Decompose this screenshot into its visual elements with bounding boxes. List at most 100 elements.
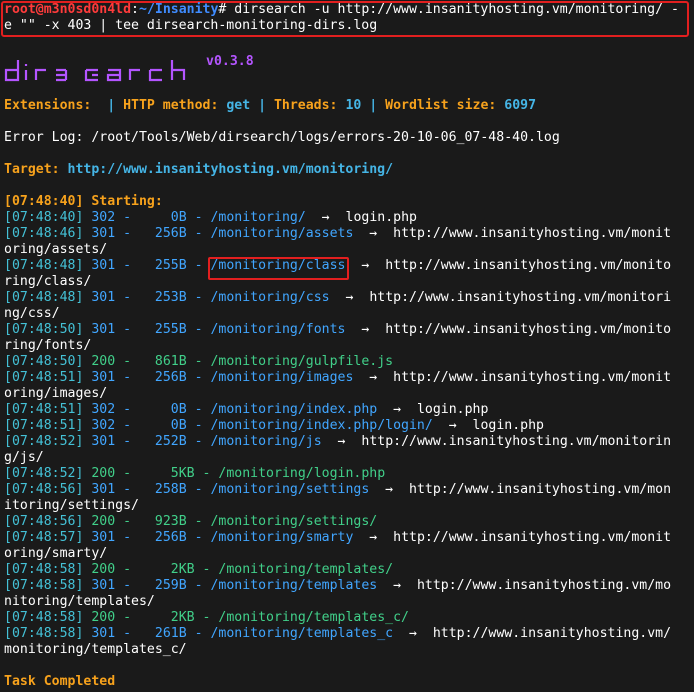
result-timestamp: [07:48:50] <box>4 354 84 369</box>
result-timestamp: [07:48:52] <box>4 466 84 481</box>
result-size: 256B <box>139 370 187 385</box>
result-path: /monitoring/index.php <box>210 402 378 417</box>
result-dash: - <box>115 434 140 449</box>
result-size: 256B <box>139 530 187 545</box>
result-dash: - <box>115 626 140 641</box>
redirect-target: http://www.insanityhosting.vm/monit <box>393 370 672 385</box>
result-line: [07:48:56] 200 - 923B - /monitoring/sett… <box>4 514 692 530</box>
result-path: /monitoring/ <box>210 210 306 225</box>
starting-line: [07:48:40] Starting: <box>4 194 163 209</box>
threads-value: 10 <box>345 98 362 113</box>
redirect-arrow-icon: → <box>448 418 457 433</box>
result-dash: - <box>115 562 140 577</box>
result-size: 253B <box>139 290 187 305</box>
wordlist-value: 6097 <box>504 98 537 113</box>
result-timestamp: [07:48:52] <box>4 434 84 449</box>
result-path: /monitoring/login.php <box>218 466 386 481</box>
task-completed: Task Completed <box>4 674 116 689</box>
redirect-target: http://www.insanityhosting.vm/ <box>432 626 672 641</box>
result-path: /monitoring/images <box>210 370 354 385</box>
result-size: 259B <box>139 578 187 593</box>
result-line-continuation: oring/assets/ <box>4 242 108 257</box>
result-size: 261B <box>139 626 187 641</box>
result-size: 0B <box>139 402 187 417</box>
result-path: /monitoring/settings <box>210 482 370 497</box>
result-timestamp: [07:48:57] <box>4 530 84 545</box>
result-size: 923B <box>139 514 187 529</box>
result-status-code: 301 <box>91 482 116 497</box>
prompt-path: ~/Insanity <box>139 2 219 17</box>
result-status-code: 301 <box>91 434 116 449</box>
redirect-target: http://www.insanityhosting.vm/monit <box>393 530 672 545</box>
threads-label: Threads: <box>273 98 346 113</box>
result-line: [07:48:46] 301 - 256B - /monitoring/asse… <box>4 226 692 242</box>
redirect-target: http://www.insanityhosting.vm/monito <box>385 258 672 273</box>
result-status-code: 200 <box>91 562 116 577</box>
prompt-user-host: root@m3n0sd0n4ld <box>4 2 132 17</box>
result-path: /monitoring/templates <box>210 578 378 593</box>
result-timestamp: [07:48:40] <box>4 210 84 225</box>
result-dash: - <box>115 322 140 337</box>
result-line: [07:48:40] 302 - 0B - /monitoring/ → log… <box>4 210 692 226</box>
result-status-code: 302 <box>91 418 116 433</box>
result-line: [07:48:58] 301 - 261B - /monitoring/temp… <box>4 626 692 642</box>
prompt-sep: : <box>131 2 139 17</box>
result-dash: - <box>115 210 140 225</box>
result-line: [07:48:51] 301 - 256B - /monitoring/imag… <box>4 370 692 386</box>
command-line-2: e "" -x 403 | tee dirsearch-monitoring-d… <box>4 18 378 33</box>
result-dash: - <box>186 514 211 529</box>
redirect-target: http://www.insanityhosting.vm/mon <box>409 482 672 497</box>
redirect-arrow-icon: → <box>393 578 402 593</box>
result-status-code: 301 <box>91 530 116 545</box>
redirect-target: http://www.insanityhosting.vm/monitorin <box>361 434 672 449</box>
result-size: 258B <box>139 482 187 497</box>
result-size: 0B <box>139 418 187 433</box>
results-list: [07:48:40] 302 - 0B - /monitoring/ → log… <box>4 210 692 658</box>
redirect-arrow-icon: → <box>393 402 402 417</box>
config-line: Extensions: | HTTP method: get | Threads… <box>4 98 692 114</box>
result-line-continuation: nitoring/templates/ <box>4 594 155 609</box>
result-status-code: 301 <box>91 290 116 305</box>
result-line-continuation: oring/smarty/ <box>4 546 108 561</box>
result-dash: - <box>115 258 140 273</box>
result-size: 2KB <box>139 610 195 625</box>
redirect-target: http://www.insanityhosting.vm/monit <box>393 226 672 241</box>
result-timestamp: [07:48:48] <box>4 258 84 273</box>
result-timestamp: [07:48:46] <box>4 226 84 241</box>
result-line-continuation: oring/images/ <box>4 386 108 401</box>
result-size: 2KB <box>139 562 195 577</box>
result-path: /monitoring/js <box>210 434 322 449</box>
result-line: [07:48:50] 200 - 861B - /monitoring/gulp… <box>4 354 692 370</box>
result-dash: - <box>186 258 211 273</box>
result-path: /monitoring/templates_c/ <box>218 610 409 625</box>
result-status-code: 301 <box>91 626 116 641</box>
result-dash: - <box>186 354 211 369</box>
result-timestamp: [07:48:51] <box>4 418 84 433</box>
result-dash: - <box>186 530 211 545</box>
result-dash: - <box>186 226 211 241</box>
result-line-continuation: g/js/ <box>4 450 44 465</box>
result-line: [07:48:58] 301 - 259B - /monitoring/temp… <box>4 578 692 594</box>
result-line: [07:48:51] 302 - 0B - /monitoring/index.… <box>4 402 692 418</box>
result-size: 252B <box>139 434 187 449</box>
result-line: [07:48:48] 301 - 255B - /monitoring/clas… <box>4 258 692 274</box>
result-dash: - <box>194 610 219 625</box>
result-status-code: 200 <box>91 354 116 369</box>
result-dash: - <box>115 482 140 497</box>
terminal[interactable]: root@m3n0sd0n4ld:~/Insanity# dirsearch -… <box>4 2 692 690</box>
config-sep-2: | <box>250 98 274 113</box>
result-line: [07:48:48] 301 - 253B - /monitoring/css … <box>4 290 692 306</box>
result-dash: - <box>194 466 219 481</box>
result-dash: - <box>115 354 140 369</box>
config-sep-1: | <box>99 98 124 113</box>
result-path: /monitoring/assets <box>210 226 354 241</box>
result-dash: - <box>115 578 140 593</box>
result-timestamp: [07:48:58] <box>4 562 84 577</box>
result-status-code: 301 <box>91 226 116 241</box>
result-size: 256B <box>139 226 187 241</box>
result-path: /monitoring/gulpfile.js <box>210 354 394 369</box>
result-dash: - <box>186 322 211 337</box>
result-timestamp: [07:48:58] <box>4 578 84 593</box>
redirect-arrow-icon: → <box>385 482 394 497</box>
result-dash: - <box>115 466 140 481</box>
